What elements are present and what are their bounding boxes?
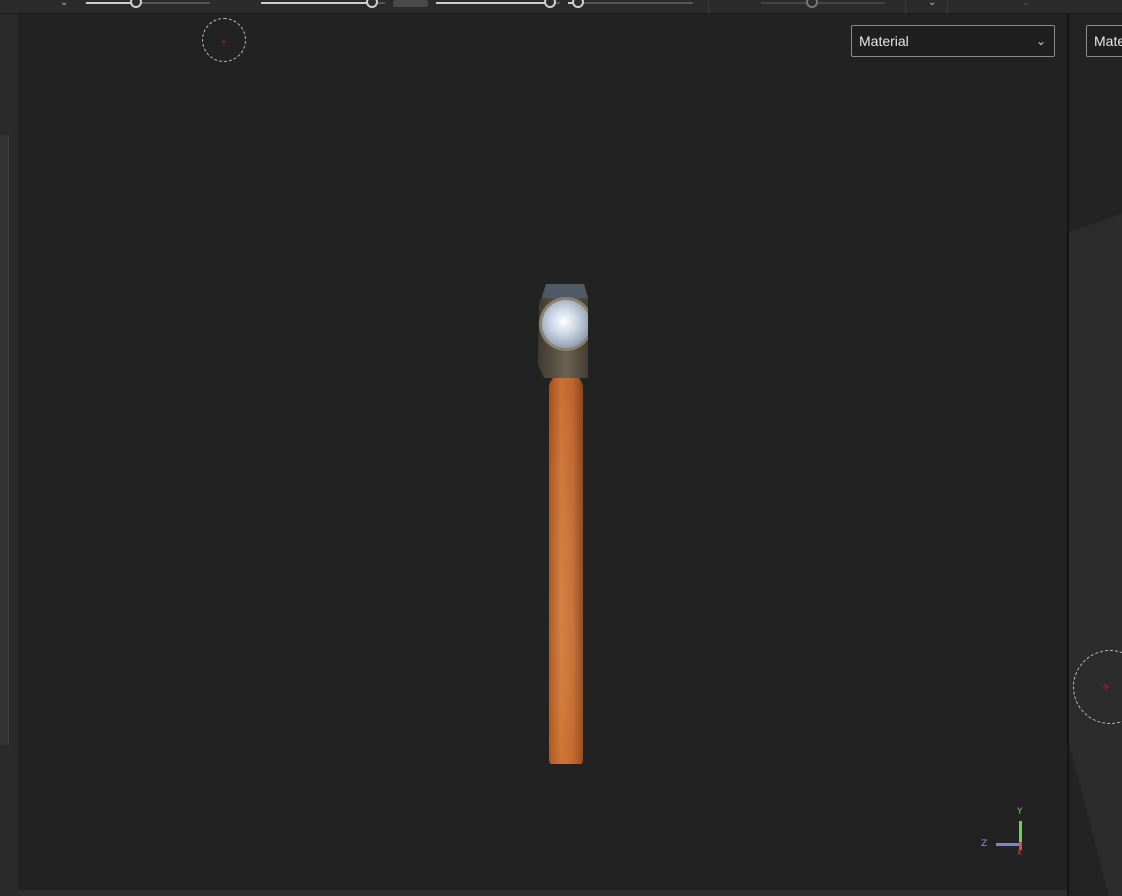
shading-mode-select[interactable]: Material ⌄	[851, 25, 1055, 57]
toolbar-separator	[947, 0, 948, 14]
axis-y-label: Y	[1017, 807, 1023, 817]
top-toolbar: ⌄ ⌄ ⌄	[0, 0, 1122, 14]
hammer-model[interactable]	[508, 264, 588, 764]
toolbar-small-button[interactable]	[393, 0, 428, 7]
left-side-panel	[0, 14, 18, 896]
chevron-down-icon: ⌄	[1022, 0, 1031, 8]
viewport-bottom-bar	[18, 890, 1067, 896]
chevron-down-icon: ⌄	[1035, 34, 1046, 48]
toolbar-separator	[905, 0, 906, 14]
secondary-viewport[interactable]: Material ✦	[1069, 14, 1122, 896]
shading-mode-value: Material	[859, 33, 909, 49]
axis-x-label: X	[1017, 849, 1022, 857]
3d-viewport[interactable]: ✦ Material ⌄ Y Z X	[18, 14, 1067, 890]
left-panel-scroll[interactable]	[0, 135, 9, 745]
axis-gizmo-icon: Y Z X	[978, 804, 1038, 864]
uv-mesh-shape	[1069, 214, 1122, 896]
chevron-down-icon[interactable]: ⌄	[60, 0, 68, 8]
light-gizmo-icon[interactable]: ✦	[202, 18, 246, 62]
chevron-down-icon[interactable]: ⌄	[928, 0, 936, 8]
toolbar-separator	[708, 0, 709, 14]
axis-z-label: Z	[981, 839, 988, 849]
